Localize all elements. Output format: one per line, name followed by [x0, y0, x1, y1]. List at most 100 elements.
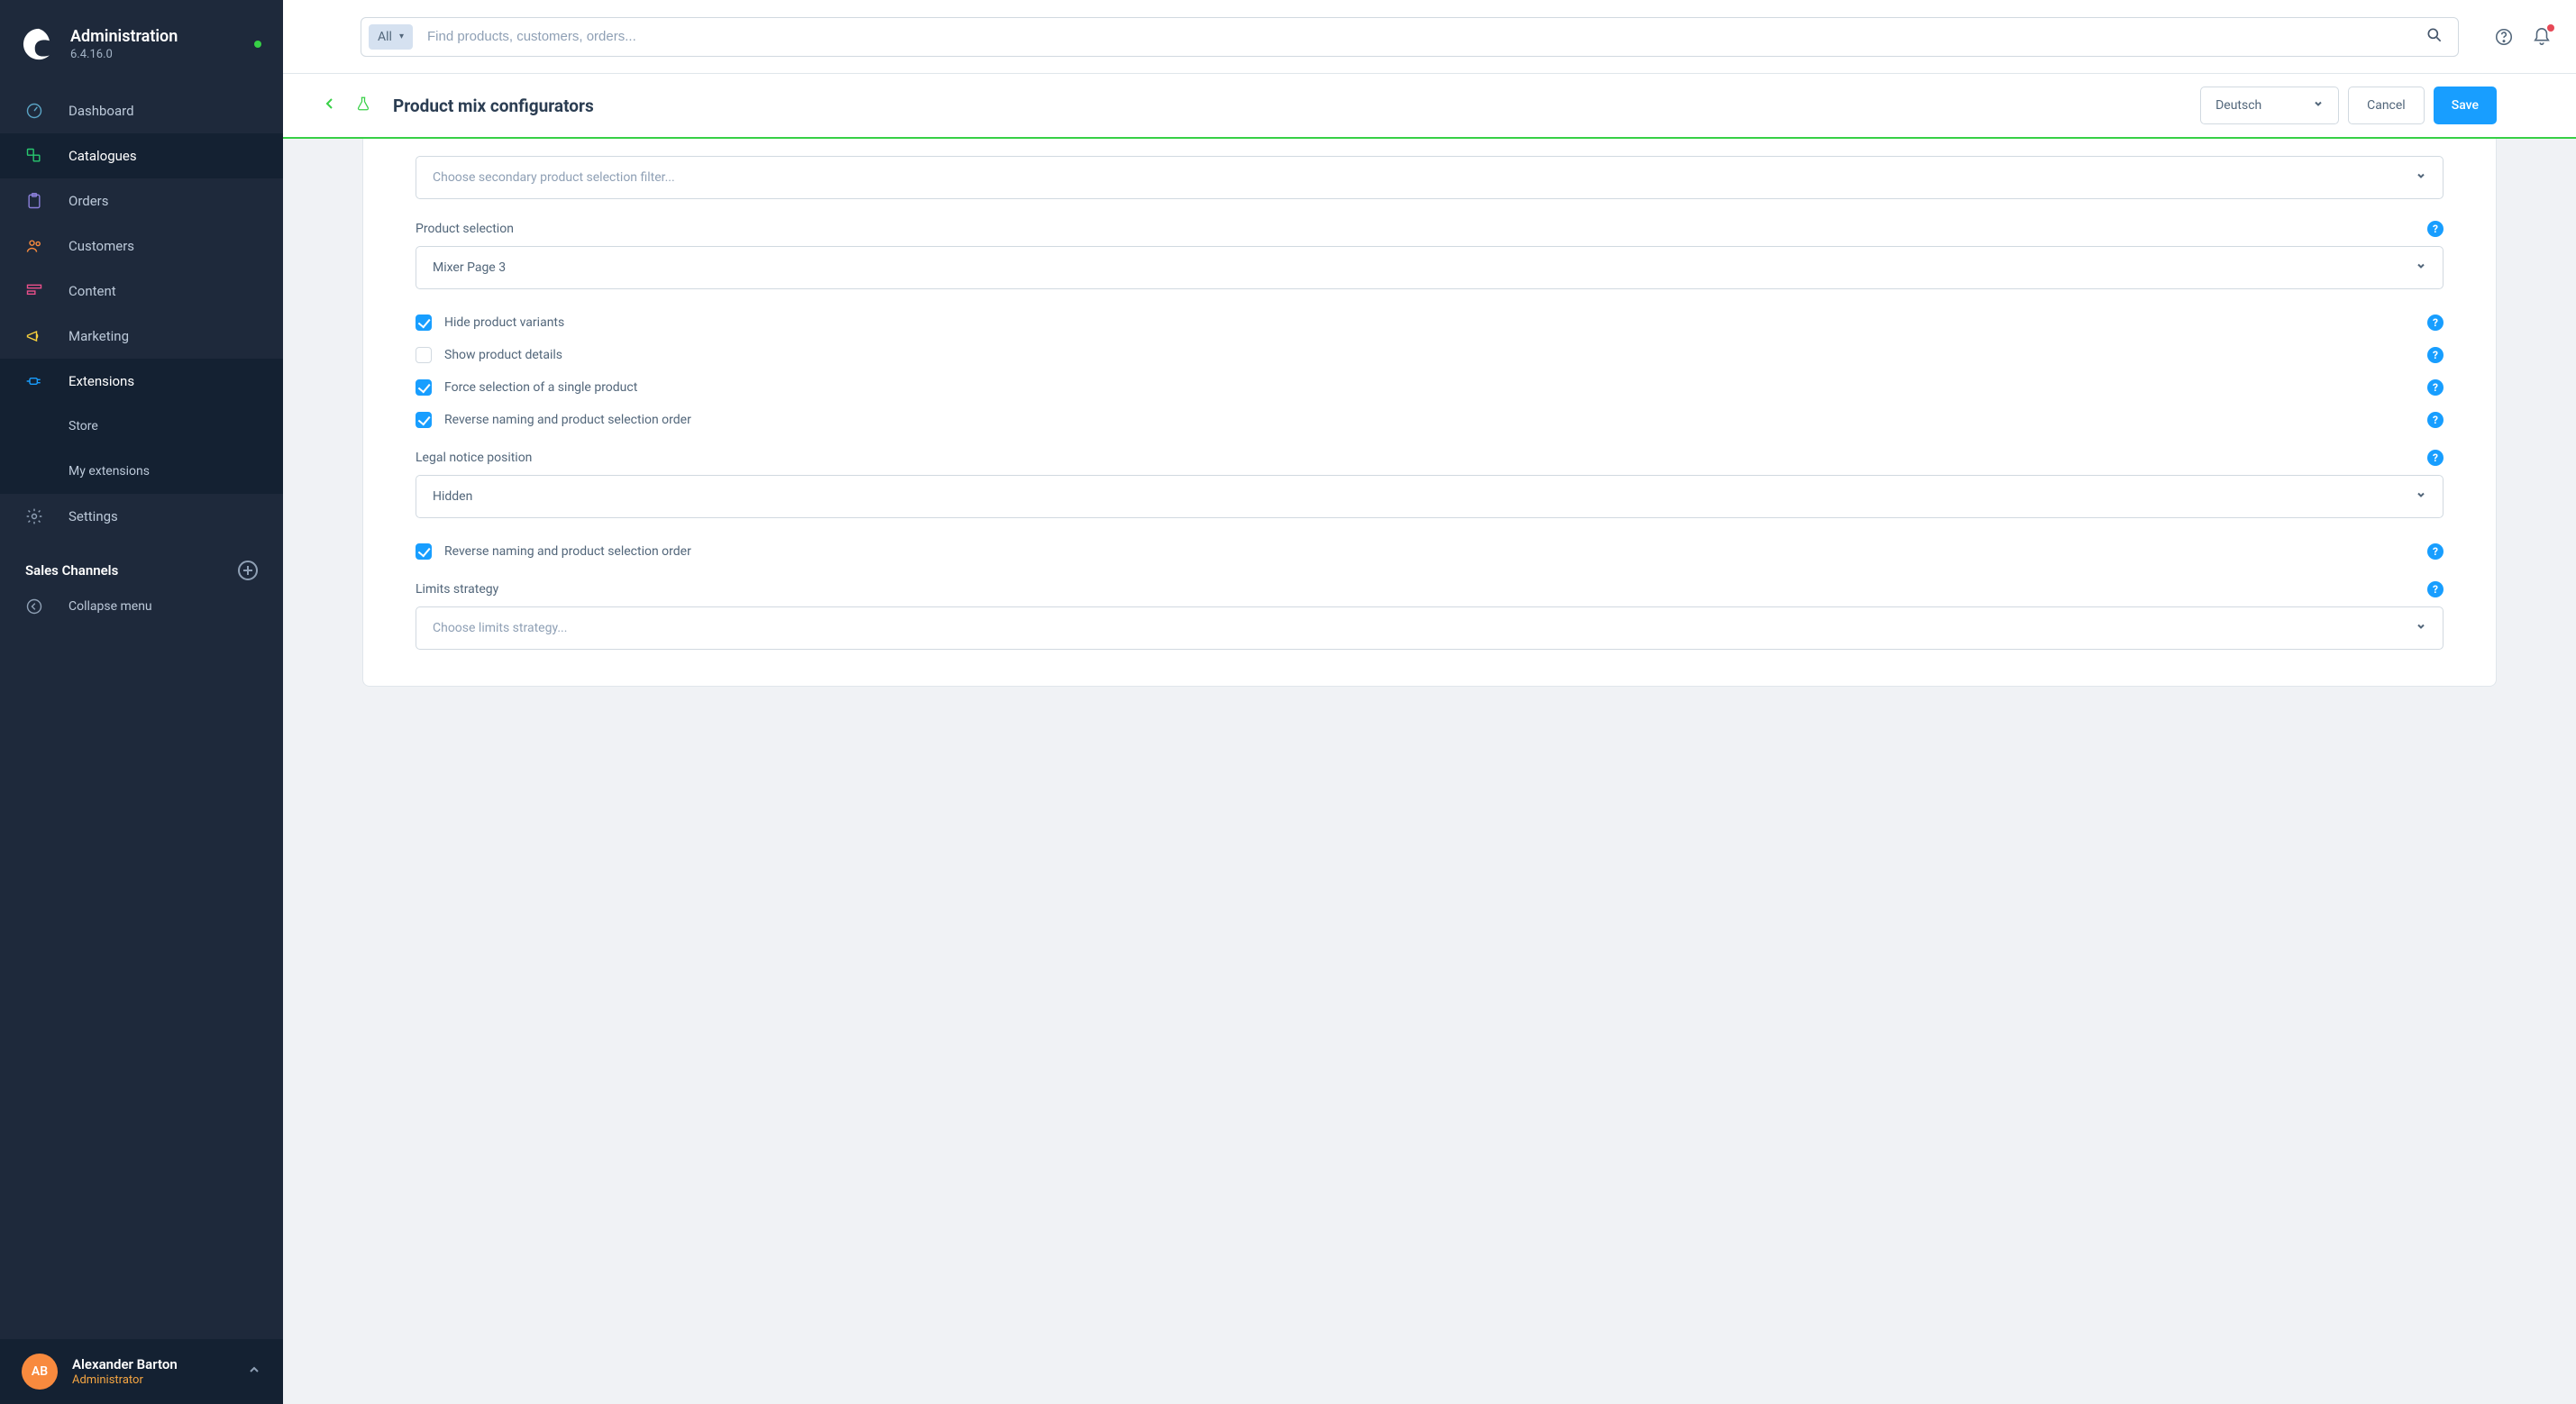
search-input[interactable] — [413, 29, 2425, 44]
legal-notice-label: Legal notice position — [416, 451, 532, 465]
force-single-label: Force selection of a single product — [444, 380, 637, 395]
help-icon[interactable]: ? — [2427, 379, 2444, 396]
nav-sub-label: My extensions — [69, 464, 150, 479]
product-selection-label: Product selection — [416, 222, 514, 236]
nav-extensions-my[interactable]: My extensions — [0, 449, 283, 494]
limits-label: Limits strategy — [416, 582, 498, 597]
help-icon[interactable]: ? — [2427, 543, 2444, 560]
chevron-down-icon — [2313, 98, 2324, 113]
sales-channels-header: Sales Channels — [0, 539, 283, 580]
beaker-icon — [355, 96, 371, 115]
megaphone-icon — [25, 327, 43, 345]
secondary-filter-select[interactable]: Choose secondary product selection filte… — [416, 156, 2444, 199]
collapse-menu-button[interactable]: Collapse menu — [0, 584, 283, 629]
hide-variants-label: Hide product variants — [444, 315, 564, 330]
nav-catalogues[interactable]: Catalogues — [0, 133, 283, 178]
search-icon[interactable] — [2425, 26, 2444, 48]
nav-label: Orders — [69, 193, 109, 209]
app-title: Administration — [70, 27, 178, 46]
nav-label: Customers — [69, 238, 134, 254]
select-value: Hidden — [433, 489, 472, 504]
boxes-icon — [25, 147, 43, 165]
nav-label: Marketing — [69, 328, 129, 344]
app-logo — [22, 27, 56, 61]
chevron-down-icon — [2416, 260, 2426, 275]
hide-variants-checkbox[interactable] — [416, 315, 432, 331]
back-button[interactable] — [323, 96, 337, 114]
select-placeholder: Choose limits strategy... — [433, 621, 567, 635]
notification-dot — [2547, 24, 2554, 32]
show-details-checkbox[interactable] — [416, 347, 432, 363]
page-title: Product mix configurators — [393, 96, 594, 116]
reverse-naming2-label: Reverse naming and product selection ord… — [444, 544, 691, 559]
cancel-button[interactable]: Cancel — [2348, 87, 2425, 124]
reverse-naming2-checkbox[interactable] — [416, 543, 432, 560]
help-icon[interactable]: ? — [2427, 412, 2444, 428]
nav-label: Extensions — [69, 373, 134, 389]
global-search: All ▾ — [361, 17, 2459, 57]
help-icon[interactable]: ? — [2427, 315, 2444, 331]
sidebar: Administration 6.4.16.0 Dashboard Catalo… — [0, 0, 283, 1404]
save-button[interactable]: Save — [2434, 87, 2497, 124]
chevron-up-icon — [247, 1363, 261, 1381]
nav-settings[interactable]: Settings — [0, 494, 283, 539]
status-indicator — [254, 41, 261, 48]
users-icon — [25, 237, 43, 255]
search-scope-label: All — [378, 30, 392, 44]
user-name: Alexander Barton — [72, 1356, 178, 1372]
gear-icon — [25, 507, 43, 525]
select-value: Mixer Page 3 — [433, 260, 506, 275]
cancel-label: Cancel — [2367, 98, 2406, 113]
product-selection-select[interactable]: Mixer Page 3 — [416, 246, 2444, 289]
notifications-button[interactable] — [2531, 26, 2553, 48]
help-icon[interactable]: ? — [2427, 221, 2444, 237]
nav-extensions-store[interactable]: Store — [0, 404, 283, 449]
chevron-down-icon — [2416, 170, 2426, 185]
plug-icon — [25, 372, 43, 390]
user-menu[interactable]: AB Alexander Barton Administrator — [0, 1339, 283, 1404]
user-role: Administrator — [72, 1373, 178, 1387]
reverse-naming-checkbox[interactable] — [416, 412, 432, 428]
topbar: All ▾ — [283, 0, 2576, 74]
sales-channels-title: Sales Channels — [25, 562, 118, 579]
chevron-down-icon: ▾ — [399, 32, 404, 41]
chevron-down-icon — [2416, 489, 2426, 504]
force-single-checkbox[interactable] — [416, 379, 432, 396]
nav-orders[interactable]: Orders — [0, 178, 283, 223]
form-card: Choose secondary product selection filte… — [362, 139, 2497, 687]
collapse-icon — [25, 597, 43, 615]
nav-label: Settings — [69, 508, 118, 524]
reverse-naming-label: Reverse naming and product selection ord… — [444, 413, 691, 427]
search-scope-selector[interactable]: All ▾ — [369, 24, 413, 50]
avatar: AB — [22, 1354, 58, 1390]
nav-dashboard[interactable]: Dashboard — [0, 88, 283, 133]
nav-content[interactable]: Content — [0, 269, 283, 314]
layout-icon — [25, 282, 43, 300]
help-icon[interactable]: ? — [2427, 450, 2444, 466]
nav-extensions[interactable]: Extensions — [0, 359, 283, 404]
select-placeholder: Choose secondary product selection filte… — [433, 170, 675, 185]
save-label: Save — [2452, 98, 2479, 113]
legal-notice-select[interactable]: Hidden — [416, 475, 2444, 518]
clipboard-icon — [25, 192, 43, 210]
help-icon[interactable]: ? — [2427, 347, 2444, 363]
chevron-down-icon — [2416, 621, 2426, 635]
content-area: Choose secondary product selection filte… — [283, 139, 2576, 1404]
nav-label: Catalogues — [69, 148, 137, 164]
sidebar-header: Administration 6.4.16.0 — [0, 0, 283, 88]
gauge-icon — [25, 102, 43, 120]
show-details-label: Show product details — [444, 348, 562, 362]
add-sales-channel-button[interactable] — [238, 561, 258, 580]
app-version: 6.4.16.0 — [70, 48, 178, 61]
language-value: Deutsch — [2215, 98, 2261, 113]
nav-customers[interactable]: Customers — [0, 223, 283, 269]
main-nav: Dashboard Catalogues Orders Customers Co… — [0, 88, 283, 539]
language-select[interactable]: Deutsch — [2200, 87, 2339, 124]
limits-strategy-select[interactable]: Choose limits strategy... — [416, 606, 2444, 650]
collapse-label: Collapse menu — [69, 599, 152, 614]
nav-marketing[interactable]: Marketing — [0, 314, 283, 359]
page-header: Product mix configurators Deutsch Cancel… — [283, 74, 2576, 139]
help-button[interactable] — [2493, 26, 2515, 48]
help-icon[interactable]: ? — [2427, 581, 2444, 597]
nav-sub-label: Store — [69, 419, 98, 433]
